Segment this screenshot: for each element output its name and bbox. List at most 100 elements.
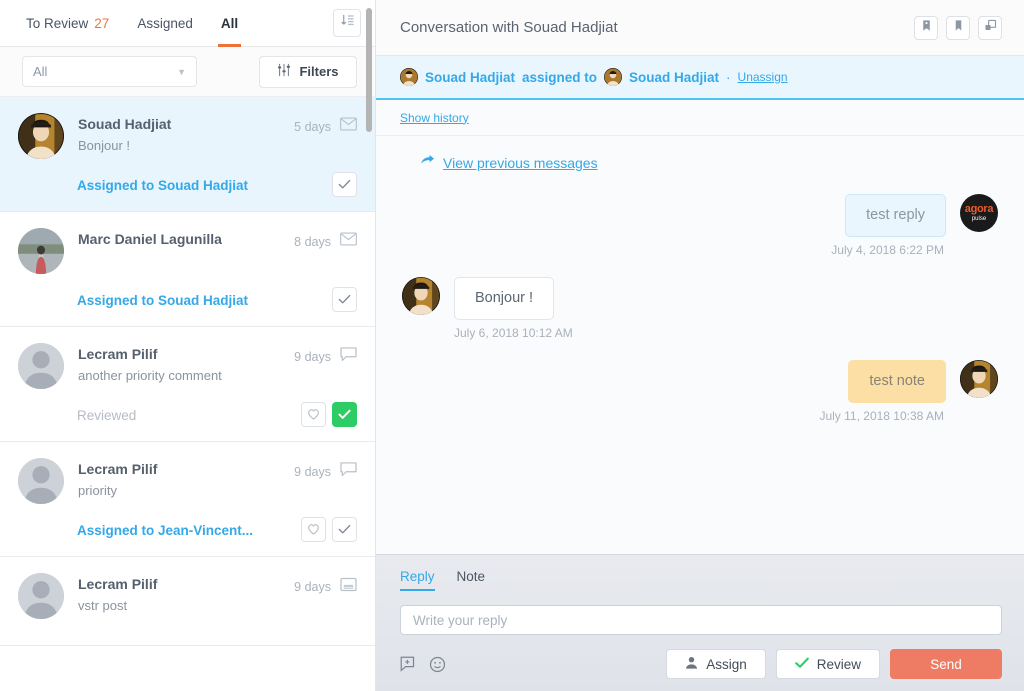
conversation-item-top: Lecram Pilif vstr post 9 days — [18, 573, 357, 619]
conversation-item-snippet: another priority comment — [78, 368, 222, 383]
sliders-icon — [277, 63, 291, 80]
message-bubble[interactable]: test reply — [845, 194, 946, 237]
conversation-item-snippet: vstr post — [78, 598, 128, 613]
conversation-detail-panel: Conversation with Souad Hadjiat Souad Ha… — [376, 0, 1024, 691]
conversation-item-buttons — [332, 286, 357, 314]
conversation-header-actions — [914, 15, 1002, 40]
sort-descending-icon — [340, 13, 355, 33]
person-icon — [685, 656, 698, 672]
add-comment-icon[interactable] — [400, 656, 417, 673]
conversation-title: Conversation with Souad Hadjiat — [400, 19, 618, 36]
conversation-item-status: Reviewed — [77, 407, 137, 423]
view-previous-messages-link[interactable]: View previous messages — [443, 155, 598, 171]
list-filter-bar: All ▼ Filters — [0, 47, 375, 97]
sort-button[interactable] — [333, 9, 361, 37]
tab-to-review-count: 27 — [94, 15, 110, 31]
review-button[interactable]: Review — [775, 649, 880, 679]
show-history-link[interactable]: Show history — [400, 111, 469, 125]
tab-note[interactable]: Note — [457, 569, 486, 591]
conversation-item-age: 8 days — [294, 234, 331, 249]
assigner-avatar — [400, 68, 418, 86]
tab-note-label: Note — [456, 569, 486, 584]
chevron-down-icon: ▼ — [177, 66, 186, 77]
filters-button[interactable]: Filters — [259, 55, 357, 88]
conversation-list-item[interactable]: Souad Hadjiat Bonjour ! 5 days Assigned to … — [0, 97, 375, 212]
conversation-item-age: 9 days — [294, 350, 331, 364]
bookmark-button[interactable] — [946, 15, 970, 40]
scope-select-value: All — [33, 64, 48, 79]
conversation-list-scrollbar[interactable] — [366, 8, 372, 132]
conversation-item-meta: 8 days — [294, 228, 357, 251]
tab-assigned[interactable]: Assigned — [137, 0, 193, 47]
conversation-list-panel: To Review 27 Assigned All All ▼ Filters … — [0, 0, 376, 691]
avatar — [18, 343, 64, 389]
conversation-item-text: Marc Daniel Lagunilla — [64, 228, 294, 248]
like-button[interactable] — [301, 516, 326, 542]
review-toggle-button[interactable] — [332, 401, 357, 427]
conversation-item-age: 9 days — [294, 465, 331, 479]
conversation-item-top: Souad Hadjiat Bonjour ! 5 days — [18, 113, 357, 159]
message-bubble[interactable]: Bonjour ! — [454, 277, 555, 320]
conversation-header: Conversation with Souad Hadjiat — [376, 0, 1024, 56]
reply-arrow-icon — [420, 154, 435, 172]
assignment-middle-text: assigned to — [522, 69, 598, 85]
review-button-label: Review — [816, 656, 861, 672]
view-previous-row: View previous messages — [402, 154, 998, 172]
inbox-tabs: To Review 27 Assigned All — [0, 0, 375, 47]
review-toggle-button[interactable] — [332, 286, 357, 312]
conversation-list[interactable]: Souad Hadjiat Bonjour ! 5 days Assigned to … — [0, 97, 375, 691]
tab-to-review[interactable]: To Review 27 — [26, 0, 109, 47]
conversation-item-buttons — [301, 401, 357, 429]
emoji-icon[interactable] — [429, 656, 446, 673]
message-group: test reply agora pulse July 4, 2018 6:22 PM — [402, 194, 998, 257]
assigner-name: Souad Hadjiat — [425, 69, 516, 85]
avatar — [18, 113, 64, 159]
conversation-list-item[interactable]: Marc Daniel Lagunilla 8 days Assigned to S… — [0, 212, 375, 327]
reply-input[interactable] — [400, 605, 1002, 635]
conversation-item-text: Lecram Pilif priority — [64, 458, 294, 500]
send-button-label: Send — [930, 656, 962, 672]
tab-all[interactable]: All — [217, 0, 242, 47]
review-toggle-button[interactable] — [332, 171, 357, 197]
conversation-item-text: Lecram Pilif another priority comment — [64, 343, 294, 385]
unassign-link[interactable]: Unassign — [738, 70, 788, 84]
conversation-item-status: Assigned to Jean-Vincent... — [77, 522, 254, 538]
assignee-avatar — [604, 68, 623, 86]
tab-assigned-label: Assigned — [137, 15, 193, 31]
conversation-list-item[interactable]: Lecram Pilif vstr post 9 days — [0, 557, 375, 646]
conversation-item-meta: 9 days — [294, 573, 357, 597]
like-button[interactable] — [301, 401, 326, 427]
send-button[interactable]: Send — [890, 649, 1002, 679]
conversation-item-meta: 9 days — [294, 343, 357, 367]
expand-icon — [984, 19, 997, 37]
conversation-item-snippet: priority — [78, 483, 118, 498]
conversation-item-actions: Assigned to Souad Hadjiat — [18, 274, 357, 326]
label-button[interactable] — [914, 15, 938, 40]
filters-button-label: Filters — [299, 64, 339, 79]
tag-icon — [920, 19, 933, 37]
tab-reply[interactable]: Reply — [400, 569, 435, 591]
check-icon — [794, 657, 809, 672]
expand-button[interactable] — [978, 15, 1002, 40]
review-toggle-button[interactable] — [332, 516, 357, 542]
reply-composer: Reply Note Write your reply Assign Revie… — [376, 554, 1024, 691]
avatar — [18, 228, 64, 274]
message-list: test reply agora pulse July 4, 2018 6:22 PM… — [402, 194, 998, 423]
conversation-item-snippet: Bonjour ! — [78, 138, 131, 153]
message-row: Bonjour ! — [402, 277, 998, 320]
message-bubble[interactable]: test note — [848, 360, 946, 403]
conversation-list-item[interactable]: Lecram Pilif another priority comment 9 da… — [0, 327, 375, 442]
avatar — [18, 573, 64, 619]
scope-select[interactable]: All ▼ — [22, 56, 197, 87]
tab-to-review-label: To Review — [26, 15, 89, 31]
conversation-item-meta: 9 days — [294, 458, 357, 482]
comment-icon — [340, 462, 357, 482]
assign-button[interactable]: Assign — [666, 649, 766, 679]
conversation-item-name: Lecram Pilif — [78, 461, 158, 477]
conversation-item-name: Souad Hadjiat — [78, 116, 172, 132]
assignment-separator: · — [726, 69, 731, 85]
conversation-item-name: Lecram Pilif — [78, 346, 158, 362]
conversation-item-buttons — [332, 171, 357, 199]
conversation-list-item[interactable]: Lecram Pilif priority 9 days Assigned to Je… — [0, 442, 375, 557]
message-row: test note — [402, 360, 998, 403]
